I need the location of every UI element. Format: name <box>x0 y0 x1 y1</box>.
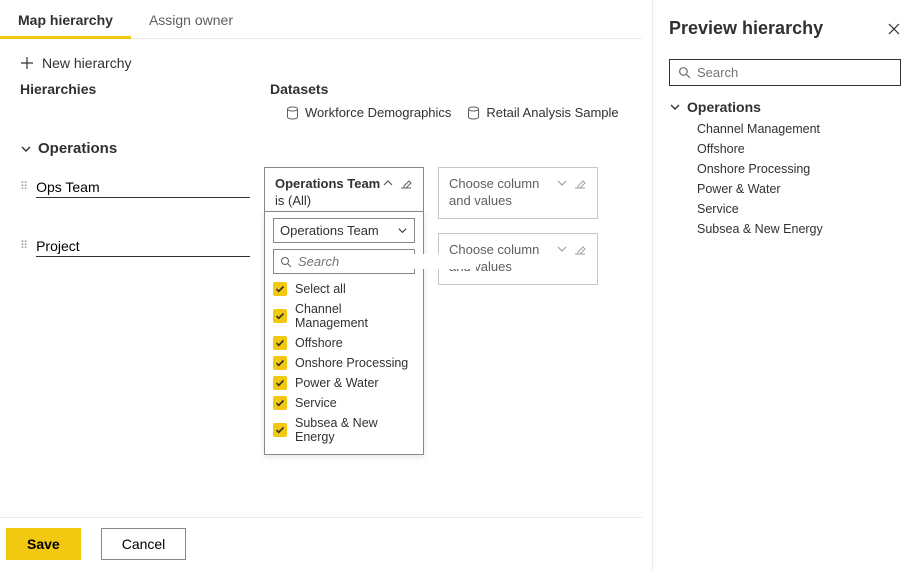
checkbox-checked-icon <box>273 282 287 296</box>
chevron-down-icon <box>669 101 681 113</box>
close-icon[interactable] <box>887 22 901 36</box>
preview-child[interactable]: Channel Management <box>697 122 901 136</box>
dropdown-search[interactable] <box>273 249 415 274</box>
plus-icon <box>20 56 34 70</box>
option-label: Power & Water <box>295 376 379 390</box>
option-offshore[interactable]: Offshore <box>273 336 415 350</box>
preview-search[interactable] <box>669 59 901 86</box>
column-select[interactable]: Operations Team <box>273 218 415 243</box>
choose-column-card-row1[interactable]: Choose column and values <box>438 167 598 219</box>
chevron-down-icon <box>20 143 32 155</box>
choose-label-line1: Choose column <box>449 176 539 191</box>
option-onshore-processing[interactable]: Onshore Processing <box>273 356 415 370</box>
dataset-icon <box>286 106 299 120</box>
save-button[interactable]: Save <box>6 528 81 560</box>
option-label: Onshore Processing <box>295 356 408 370</box>
option-label: Select all <box>295 282 346 296</box>
option-label: Channel Management <box>295 302 415 330</box>
option-label: Offshore <box>295 336 343 350</box>
preview-child[interactable]: Subsea & New Energy <box>697 222 901 236</box>
search-icon <box>280 256 292 268</box>
new-hierarchy-button[interactable]: New hierarchy <box>20 55 131 71</box>
header-datasets: Datasets <box>270 81 622 97</box>
cancel-button[interactable]: Cancel <box>101 528 187 560</box>
chevron-down-icon[interactable] <box>555 176 569 190</box>
option-service[interactable]: Service <box>273 396 415 410</box>
level-input-project[interactable] <box>36 234 250 257</box>
option-channel-management[interactable]: Channel Management <box>273 302 415 330</box>
checkbox-checked-icon <box>273 309 287 323</box>
eraser-icon[interactable] <box>573 242 587 256</box>
dataset-label: Workforce Demographics <box>305 105 451 120</box>
column-headers: Hierarchies Datasets <box>0 81 642 105</box>
dataset-workforce[interactable]: Workforce Demographics <box>286 105 451 120</box>
option-power-water[interactable]: Power & Water <box>273 376 415 390</box>
dataset-retail[interactable]: Retail Analysis Sample <box>467 105 618 120</box>
preview-child[interactable]: Offshore <box>697 142 901 156</box>
option-label: Service <box>295 396 337 410</box>
preview-title: Preview hierarchy <box>669 18 823 39</box>
choose-label-line2: and values <box>449 193 512 208</box>
tab-bar: Map hierarchy Assign owner <box>0 0 642 39</box>
card-title-line1: Operations Team <box>275 176 380 191</box>
checkbox-checked-icon <box>273 423 287 437</box>
chevron-up-icon[interactable] <box>381 176 395 190</box>
eraser-icon[interactable] <box>399 176 413 190</box>
header-hierarchies: Hierarchies <box>20 81 270 97</box>
checkbox-checked-icon <box>273 396 287 410</box>
hierarchy-operations-toggle[interactable]: Operations <box>20 134 622 167</box>
column-select-value: Operations Team <box>280 223 379 238</box>
preview-search-input[interactable] <box>697 65 892 80</box>
footer: Save Cancel <box>0 517 642 570</box>
option-label: Subsea & New Energy <box>295 416 415 444</box>
search-icon <box>678 66 691 79</box>
dataset-label: Retail Analysis Sample <box>486 105 618 120</box>
new-hierarchy-label: New hierarchy <box>42 55 131 71</box>
column-picker-dropdown: Operations Team Select all Channel Ma <box>264 211 424 455</box>
preview-child[interactable]: Onshore Processing <box>697 162 901 176</box>
tab-assign-owner[interactable]: Assign owner <box>131 0 251 38</box>
preview-node-operations[interactable]: Operations <box>669 96 901 118</box>
dropdown-search-input[interactable] <box>298 254 476 269</box>
checkbox-checked-icon <box>273 376 287 390</box>
checkbox-checked-icon <box>273 356 287 370</box>
drag-handle-icon[interactable]: ⠿ <box>20 183 26 191</box>
option-subsea-new-energy[interactable]: Subsea & New Energy <box>273 416 415 444</box>
level-input-ops-team[interactable] <box>36 175 250 198</box>
drag-handle-icon[interactable]: ⠿ <box>20 242 26 250</box>
tab-map-hierarchy[interactable]: Map hierarchy <box>0 0 131 38</box>
preview-node-label: Operations <box>687 99 761 115</box>
level-row-1: ⠿ <box>20 175 250 198</box>
checkbox-checked-icon <box>273 336 287 350</box>
chevron-down-icon <box>397 225 408 236</box>
hierarchy-name: Operations <box>38 140 117 157</box>
card-title-line2: is (All) <box>275 193 311 208</box>
preview-panel: Preview hierarchy Operations Channel Man… <box>652 0 917 570</box>
preview-child[interactable]: Power & Water <box>697 182 901 196</box>
eraser-icon[interactable] <box>573 176 587 190</box>
level-row-2: ⠿ <box>20 234 250 257</box>
preview-child[interactable]: Service <box>697 202 901 216</box>
dataset-icon <box>467 106 480 120</box>
chevron-down-icon[interactable] <box>555 242 569 256</box>
option-select-all[interactable]: Select all <box>273 282 415 296</box>
